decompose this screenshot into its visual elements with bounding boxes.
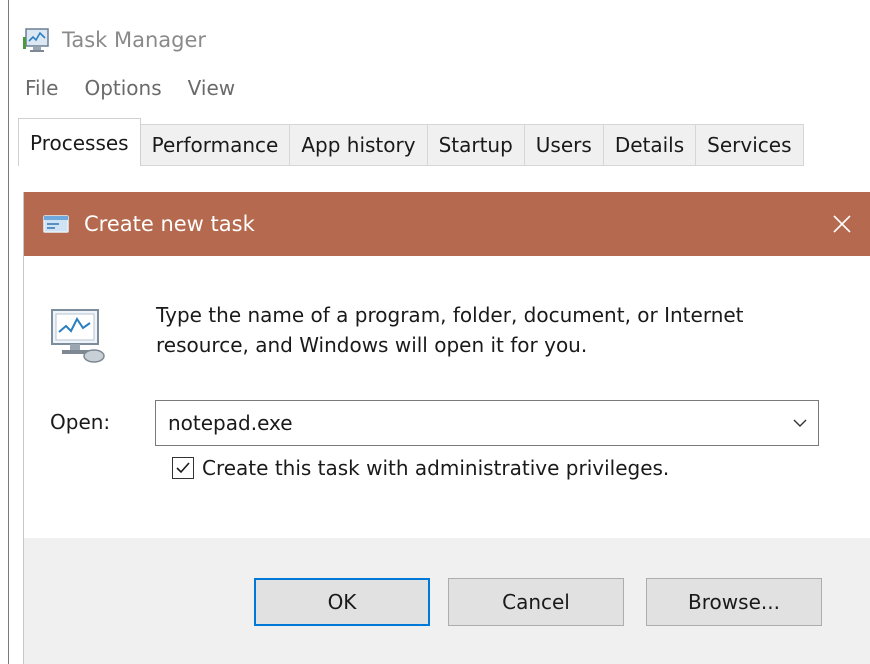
menu-file[interactable]: File [25,76,58,100]
run-dialog-icon [43,215,69,233]
tab-app-history[interactable]: App history [290,124,428,166]
menu-view[interactable]: View [188,76,235,100]
tab-users[interactable]: Users [524,124,604,166]
cancel-button[interactable]: Cancel [448,578,624,626]
tab-startup[interactable]: Startup [427,124,525,166]
dialog-message: Type the name of a program, folder, docu… [156,303,744,357]
admin-privileges-option[interactable]: Create this task with administrative pri… [172,456,669,480]
task-manager-title: Task Manager [62,28,207,52]
open-input[interactable] [168,401,768,445]
tab-performance[interactable]: Performance [140,124,291,166]
dialog-titlebar: Create new task [24,192,870,256]
chevron-down-icon [793,419,807,427]
tab-strip: Processes Performance App history Startu… [18,118,804,166]
close-button[interactable] [814,192,870,256]
admin-privileges-checkbox[interactable] [172,457,194,479]
menu-bar: File Options View [25,76,261,100]
menu-options[interactable]: Options [84,76,161,100]
tab-details[interactable]: Details [603,124,697,166]
combo-dropdown-button[interactable] [782,401,818,445]
checkmark-icon [176,462,190,474]
open-label: Open: [50,410,111,434]
create-new-task-dialog: Create new task Type the name of a progr… [24,192,870,664]
window-border [8,0,9,664]
ok-button[interactable]: OK [254,578,430,626]
admin-privileges-label: Create this task with administrative pri… [202,456,670,480]
open-combobox[interactable] [155,400,819,446]
task-manager-titlebar: Task Manager [22,22,206,58]
dialog-title: Create new task [84,212,255,236]
run-program-icon [51,309,105,363]
browse-button[interactable]: Browse... [646,578,822,626]
tab-processes[interactable]: Processes [18,118,141,166]
dialog-footer: OK Cancel Browse... [24,538,870,664]
tab-services[interactable]: Services [696,124,804,166]
task-manager-icon [23,28,49,52]
close-icon [833,215,851,233]
